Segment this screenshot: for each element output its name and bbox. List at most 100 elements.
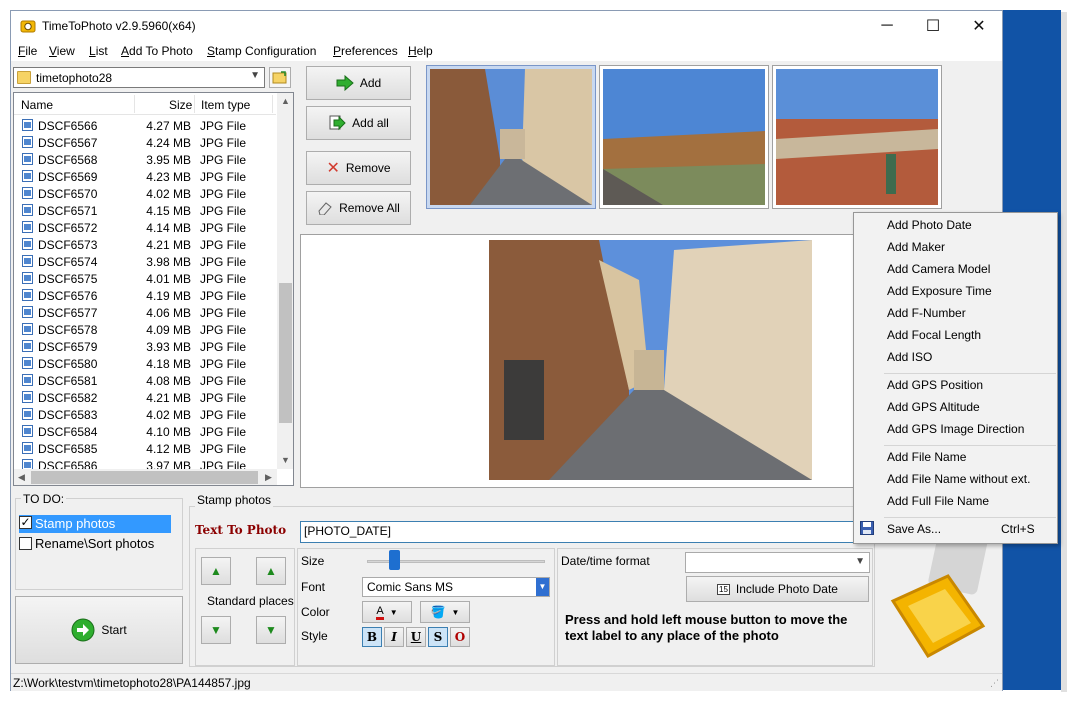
stamp-text-input[interactable]: [PHOTO_DATE]: [300, 521, 870, 543]
horizontal-scrollbar[interactable]: ◀ ▶: [14, 469, 277, 485]
menu-preferences[interactable]: Preferences: [333, 44, 398, 58]
thumbnail-2[interactable]: [599, 65, 769, 209]
table-row[interactable]: DSCF6585 4.12 MB JPG File: [14, 440, 276, 457]
file-list[interactable]: Name Size Item type DSCF6566 4.27 MB JPG F…: [13, 92, 294, 486]
remove-all-button[interactable]: Remove All: [306, 191, 411, 225]
browse-folder-button[interactable]: [269, 67, 291, 88]
menu-add-to-photo[interactable]: Add To Photo: [121, 44, 193, 58]
table-row[interactable]: DSCF6571 4.15 MB JPG File: [14, 202, 276, 219]
shadow-button[interactable]: S: [428, 627, 448, 647]
folder-combo[interactable]: timetophoto28 ▼: [13, 67, 265, 88]
table-row[interactable]: DSCF6582 4.21 MB JPG File: [14, 389, 276, 406]
font-color-button[interactable]: A ▼: [362, 601, 412, 623]
size-slider-thumb[interactable]: [388, 550, 400, 570]
thumbnail-3[interactable]: [772, 65, 942, 209]
file-type: JPG File: [200, 272, 247, 286]
rename-sort-label[interactable]: Rename\Sort photos: [35, 536, 154, 551]
vertical-scroll-thumb[interactable]: [279, 283, 292, 423]
close-button[interactable]: ✕: [956, 11, 1002, 41]
menu-stamp-configuration[interactable]: Stamp Configuration: [207, 44, 316, 58]
ctx-add-exposure-time[interactable]: Add Exposure Time: [887, 284, 992, 298]
stamp-photos-label[interactable]: Stamp photos: [35, 516, 115, 531]
minimize-button[interactable]: ─: [864, 11, 910, 41]
ctx-add-full-file-name[interactable]: Add Full File Name: [887, 494, 989, 508]
stamp-photos-checkbox[interactable]: ✓: [19, 516, 32, 529]
place-bottom-left-button[interactable]: ▼: [201, 616, 231, 644]
table-row[interactable]: DSCF6573 4.21 MB JPG File: [14, 236, 276, 253]
ctx-add-gps-altitude[interactable]: Add GPS Altitude: [887, 400, 980, 414]
ctx-add-maker[interactable]: Add Maker: [887, 240, 945, 254]
ctx-add-file-name-without-ext[interactable]: Add File Name without ext.: [887, 472, 1030, 486]
maximize-button[interactable]: ☐: [910, 11, 956, 41]
ctx-add-f-number[interactable]: Add F-Number: [887, 306, 966, 320]
table-row[interactable]: DSCF6569 4.23 MB JPG File: [14, 168, 276, 185]
column-name[interactable]: Name: [21, 98, 53, 112]
vertical-scrollbar[interactable]: ▲ ▼: [277, 93, 293, 469]
scroll-up-icon[interactable]: ▲: [281, 96, 290, 106]
datetime-format-select[interactable]: ▼: [685, 552, 870, 573]
file-name: DSCF6575: [38, 272, 98, 286]
menu-list[interactable]: List: [89, 44, 108, 58]
thumbnail-1[interactable]: [426, 65, 596, 209]
rename-sort-checkbox[interactable]: [19, 537, 32, 550]
table-row[interactable]: DSCF6572 4.14 MB JPG File: [14, 219, 276, 236]
scroll-left-icon[interactable]: ◀: [18, 472, 25, 483]
outline-button[interactable]: O: [450, 627, 470, 647]
file-size: 4.14 MB: [146, 221, 191, 235]
table-row[interactable]: DSCF6576 4.19 MB JPG File: [14, 287, 276, 304]
table-row[interactable]: DSCF6580 4.18 MB JPG File: [14, 355, 276, 372]
horizontal-scroll-thumb[interactable]: [31, 471, 258, 484]
table-row[interactable]: DSCF6578 4.09 MB JPG File: [14, 321, 276, 338]
title-bar[interactable]: TimeToPhoto v2.9.5960(x64) ─ ☐ ✕: [11, 11, 1002, 41]
resize-grip-icon[interactable]: ⋰: [990, 678, 999, 689]
table-row[interactable]: DSCF6574 3.98 MB JPG File: [14, 253, 276, 270]
table-row[interactable]: DSCF6570 4.02 MB JPG File: [14, 185, 276, 202]
table-row[interactable]: DSCF6568 3.95 MB JPG File: [14, 151, 276, 168]
italic-button[interactable]: I: [384, 627, 404, 647]
table-row[interactable]: DSCF6583 4.02 MB JPG File: [14, 406, 276, 423]
file-size: 4.09 MB: [146, 323, 191, 337]
menu-view[interactable]: View: [49, 44, 75, 58]
place-top-left-button[interactable]: ▲: [201, 557, 231, 585]
ctx-add-file-name[interactable]: Add File Name: [887, 450, 966, 464]
table-row[interactable]: DSCF6581 4.08 MB JPG File: [14, 372, 276, 389]
ctx-save-as[interactable]: Save As...: [887, 522, 941, 536]
font-select[interactable]: Comic Sans MS ▼: [362, 577, 550, 597]
table-row[interactable]: DSCF6579 3.93 MB JPG File: [14, 338, 276, 355]
ctx-add-gps-image-direction[interactable]: Add GPS Image Direction: [887, 422, 1024, 436]
start-button[interactable]: Start: [15, 596, 183, 664]
underline-button[interactable]: U: [406, 627, 426, 647]
ctx-add-iso[interactable]: Add ISO: [887, 350, 932, 364]
column-item-type[interactable]: Item type: [201, 98, 250, 112]
file-size: 4.12 MB: [146, 442, 191, 456]
table-row[interactable]: DSCF6577 4.06 MB JPG File: [14, 304, 276, 321]
chevron-down-icon: ▼: [389, 607, 398, 617]
add-all-button[interactable]: Add all: [306, 106, 411, 140]
menu-help[interactable]: Help: [408, 44, 433, 58]
place-bottom-right-button[interactable]: ▼: [256, 616, 286, 644]
file-size: 4.24 MB: [146, 136, 191, 150]
file-list-header: Name Size Item type: [14, 93, 276, 115]
include-photo-date-button[interactable]: 15 Include Photo Date: [686, 576, 869, 602]
fill-color-button[interactable]: 🪣 ▼: [420, 601, 470, 623]
jpg-file-icon: [22, 442, 33, 454]
table-row[interactable]: DSCF6567 4.24 MB JPG File: [14, 134, 276, 151]
column-size[interactable]: Size: [169, 98, 192, 112]
table-row[interactable]: DSCF6566 4.27 MB JPG File: [14, 117, 276, 134]
ctx-add-gps-position[interactable]: Add GPS Position: [887, 378, 983, 392]
table-row[interactable]: DSCF6575 4.01 MB JPG File: [14, 270, 276, 287]
scroll-down-icon[interactable]: ▼: [281, 455, 290, 465]
file-type: JPG File: [200, 408, 247, 422]
scroll-right-icon[interactable]: ▶: [265, 472, 272, 483]
remove-button[interactable]: ✕ Remove: [306, 151, 411, 185]
menu-add-key: A: [121, 44, 130, 58]
preview-photo[interactable]: [489, 240, 812, 480]
ctx-add-photo-date[interactable]: Add Photo Date: [887, 218, 972, 232]
ctx-add-focal-length[interactable]: Add Focal Length: [887, 328, 981, 342]
ctx-add-camera-model[interactable]: Add Camera Model: [887, 262, 990, 276]
menu-file[interactable]: File: [18, 44, 37, 58]
table-row[interactable]: DSCF6584 4.10 MB JPG File: [14, 423, 276, 440]
bold-button[interactable]: B: [362, 627, 382, 647]
add-button[interactable]: Add: [306, 66, 411, 100]
place-top-right-button[interactable]: ▲: [256, 557, 286, 585]
